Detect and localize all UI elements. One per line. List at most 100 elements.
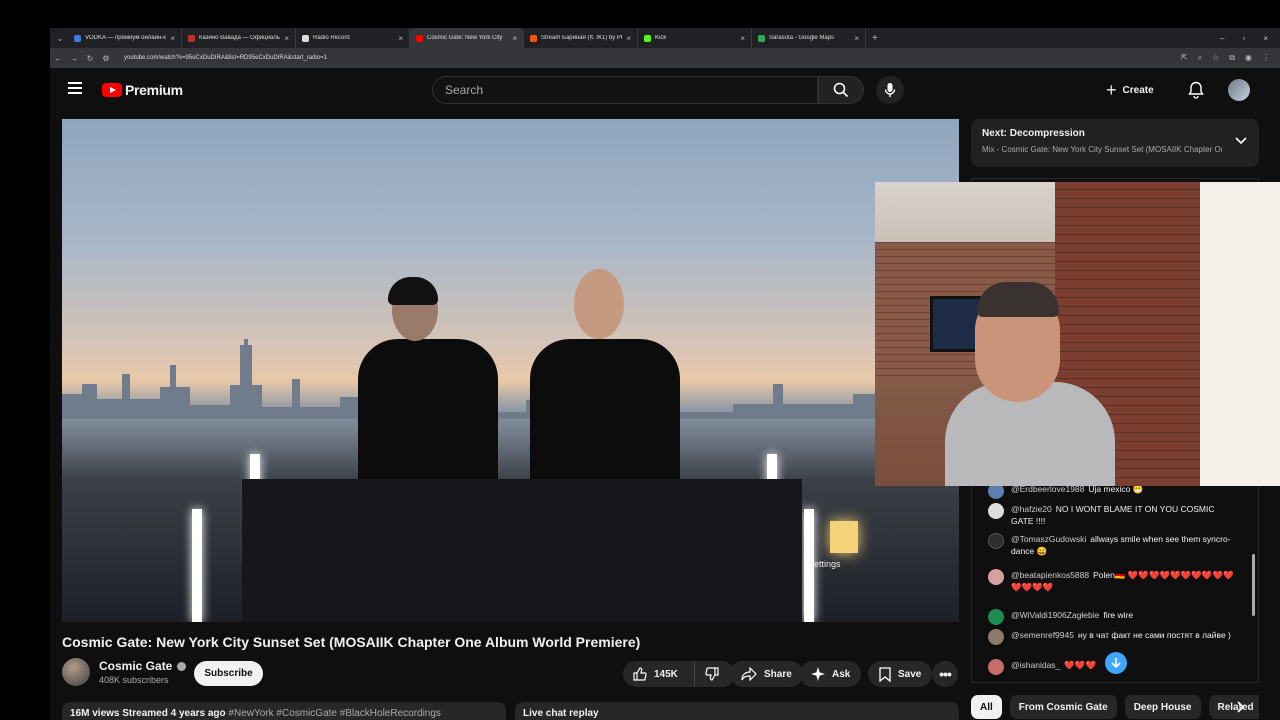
chip-from-channel[interactable]: From Cosmic Gate bbox=[1009, 695, 1117, 719]
close-icon[interactable]: × bbox=[398, 34, 403, 43]
notifications-bell-icon[interactable] bbox=[1188, 81, 1204, 104]
close-icon[interactable]: × bbox=[854, 34, 859, 43]
description-box[interactable]: 16M views Streamed 4 years ago #NewYork … bbox=[62, 702, 506, 720]
youtube-play-icon bbox=[102, 83, 122, 97]
light-bar bbox=[192, 509, 202, 622]
masthead: Premium Search + Create bbox=[50, 68, 1280, 112]
profile-icon[interactable]: ◉ bbox=[1245, 53, 1252, 63]
logo-text: Premium bbox=[125, 82, 183, 98]
jump-to-latest-button[interactable] bbox=[1105, 652, 1127, 674]
close-icon[interactable]: × bbox=[626, 34, 631, 43]
close-icon[interactable]: × bbox=[170, 34, 175, 43]
video-player[interactable]: Settings bbox=[62, 119, 959, 622]
chat-author[interactable]: @hafzie20 bbox=[1011, 504, 1052, 514]
tab-title: Казино Вавада — Официальн bbox=[199, 35, 281, 41]
youtube-premium-logo[interactable]: Premium bbox=[102, 82, 183, 98]
browser-menu-icon[interactable]: ⋮ bbox=[1262, 53, 1270, 63]
dj-right-head bbox=[574, 269, 624, 339]
save-button[interactable]: Save bbox=[868, 661, 933, 687]
tab-favicon-icon bbox=[644, 34, 651, 42]
extensions-icon[interactable]: ⧉ bbox=[1229, 53, 1235, 63]
up-next-subtitle: Mix - Cosmic Gate: New York City Sunset … bbox=[982, 145, 1222, 154]
hashtags[interactable]: #NewYork #CosmicGate #BlackHoleRecording… bbox=[228, 708, 441, 719]
share-icon bbox=[741, 667, 757, 681]
browser-tab-active[interactable]: Cosmic Gate: New York City × bbox=[410, 28, 524, 48]
reload-icon[interactable]: ↻ bbox=[82, 54, 98, 63]
address-bar-icons: ⇱ ⌕ ☆ ⧉ ◉ ⋮ bbox=[1181, 53, 1280, 63]
back-icon[interactable]: ← bbox=[50, 54, 66, 63]
browser-tab[interactable]: VODKA — премиум онлайн-ка × bbox=[68, 28, 182, 48]
chat-text: ❤️❤️❤️ bbox=[1064, 660, 1097, 670]
site-info-icon[interactable]: ⚙ bbox=[98, 54, 114, 63]
related-chips: All From Cosmic Gate Deep House Related bbox=[971, 695, 1259, 719]
chat-avatar[interactable] bbox=[988, 629, 1004, 645]
thumbs-up-icon bbox=[633, 667, 647, 681]
chat-message: @TomaszGudowski allways smile when see th… bbox=[988, 533, 1238, 557]
dislike-button[interactable] bbox=[695, 667, 735, 681]
create-button[interactable]: + Create bbox=[1106, 78, 1154, 102]
menu-icon[interactable] bbox=[68, 82, 82, 94]
sparkle-icon bbox=[811, 667, 825, 681]
browser-tab[interactable]: Sarasota - Google Maps × bbox=[752, 28, 866, 48]
chat-message: @WiValdi1906Zagłebie fire wire bbox=[988, 609, 1238, 625]
search-input[interactable]: Search bbox=[432, 76, 818, 104]
minimize-icon[interactable]: – bbox=[1220, 34, 1224, 43]
url-field[interactable]: youtube.com/watch?v=95eCxDuDIRA&list=RD9… bbox=[124, 55, 327, 61]
close-icon[interactable]: × bbox=[512, 34, 517, 43]
close-icon[interactable]: × bbox=[284, 34, 289, 43]
chat-avatar[interactable] bbox=[988, 609, 1004, 625]
like-count: 145K bbox=[654, 668, 678, 680]
new-tab-icon[interactable]: + bbox=[872, 33, 878, 44]
chat-author[interactable]: @WiValdi1906Zagłebie bbox=[1011, 610, 1099, 620]
live-chat-replay-header[interactable]: Live chat replay bbox=[515, 702, 959, 720]
browser-tab[interactable]: Radio Record × bbox=[296, 28, 410, 48]
window-graphic bbox=[1200, 182, 1280, 486]
voice-search-button[interactable] bbox=[876, 76, 904, 104]
bookmark-icon bbox=[879, 666, 891, 682]
browser-tab-strip: ⌄ VODKA — премиум онлайн-ка × Казино Вав… bbox=[50, 28, 1280, 48]
more-actions-button[interactable]: ••• bbox=[932, 661, 958, 687]
chat-avatar[interactable] bbox=[988, 533, 1004, 549]
chips-next-button[interactable] bbox=[1230, 696, 1252, 718]
streamer-hair bbox=[977, 282, 1059, 317]
chevron-down-icon[interactable] bbox=[1235, 137, 1247, 145]
browser-tab[interactable]: Stream Бариная (ft. Ж1) by Pho × bbox=[524, 28, 638, 48]
search-button[interactable] bbox=[818, 76, 864, 104]
view-count-date: 16M views Streamed 4 years ago bbox=[70, 708, 226, 719]
close-icon[interactable]: × bbox=[740, 34, 745, 43]
zoom-icon[interactable]: ⌕ bbox=[1198, 53, 1202, 63]
ask-button[interactable]: Ask bbox=[800, 661, 862, 687]
youtube-watch-page: Premium Search + Create Settings Cosmic … bbox=[50, 68, 1280, 720]
chat-text: ну в чат факт не сами постят в лайве ) bbox=[1077, 630, 1231, 640]
share-button[interactable]: Share bbox=[730, 661, 803, 687]
account-avatar[interactable] bbox=[1228, 79, 1250, 101]
browser-tab[interactable]: Kick × bbox=[638, 28, 752, 48]
open-in-app-icon[interactable]: ⇱ bbox=[1181, 53, 1188, 63]
maximize-icon[interactable]: ▫ bbox=[1242, 34, 1245, 43]
tab-title: VODKA — премиум онлайн-ка bbox=[85, 35, 167, 41]
chat-author[interactable]: @semenref9945 bbox=[1011, 630, 1074, 640]
chat-avatar[interactable] bbox=[988, 503, 1004, 519]
chat-author[interactable]: @TomaszGudowski bbox=[1011, 534, 1086, 544]
chat-avatar[interactable] bbox=[988, 569, 1004, 585]
close-window-icon[interactable]: × bbox=[1263, 34, 1268, 43]
forward-icon[interactable]: → bbox=[66, 54, 82, 63]
tab-search-icon[interactable]: ⌄ bbox=[52, 31, 68, 45]
browser-tab[interactable]: Казино Вавада — Официальн × bbox=[182, 28, 296, 48]
like-button[interactable]: 145K bbox=[623, 661, 695, 687]
chat-scrollbar[interactable] bbox=[1252, 554, 1255, 616]
chip-all[interactable]: All bbox=[971, 695, 1002, 719]
up-next-card[interactable]: Next: Decompression Mix - Cosmic Gate: N… bbox=[971, 119, 1259, 167]
chevron-right-icon bbox=[1237, 701, 1245, 713]
chat-author[interactable]: @ishanidas_ bbox=[1011, 660, 1060, 670]
bookmark-star-icon[interactable]: ☆ bbox=[1212, 53, 1219, 63]
chat-author[interactable]: @beatapienkos5888 bbox=[1011, 570, 1089, 580]
tab-title: Radio Record bbox=[313, 35, 350, 41]
ask-label: Ask bbox=[832, 668, 851, 680]
video-title: Cosmic Gate: New York City Sunset Set (M… bbox=[62, 634, 641, 650]
window-controls: – ▫ × bbox=[1220, 34, 1280, 43]
settings-tooltip: Settings bbox=[808, 559, 841, 569]
chip-deep-house[interactable]: Deep House bbox=[1124, 695, 1201, 719]
like-dislike-pill: 145K bbox=[623, 661, 735, 687]
chat-avatar[interactable] bbox=[988, 659, 1004, 675]
